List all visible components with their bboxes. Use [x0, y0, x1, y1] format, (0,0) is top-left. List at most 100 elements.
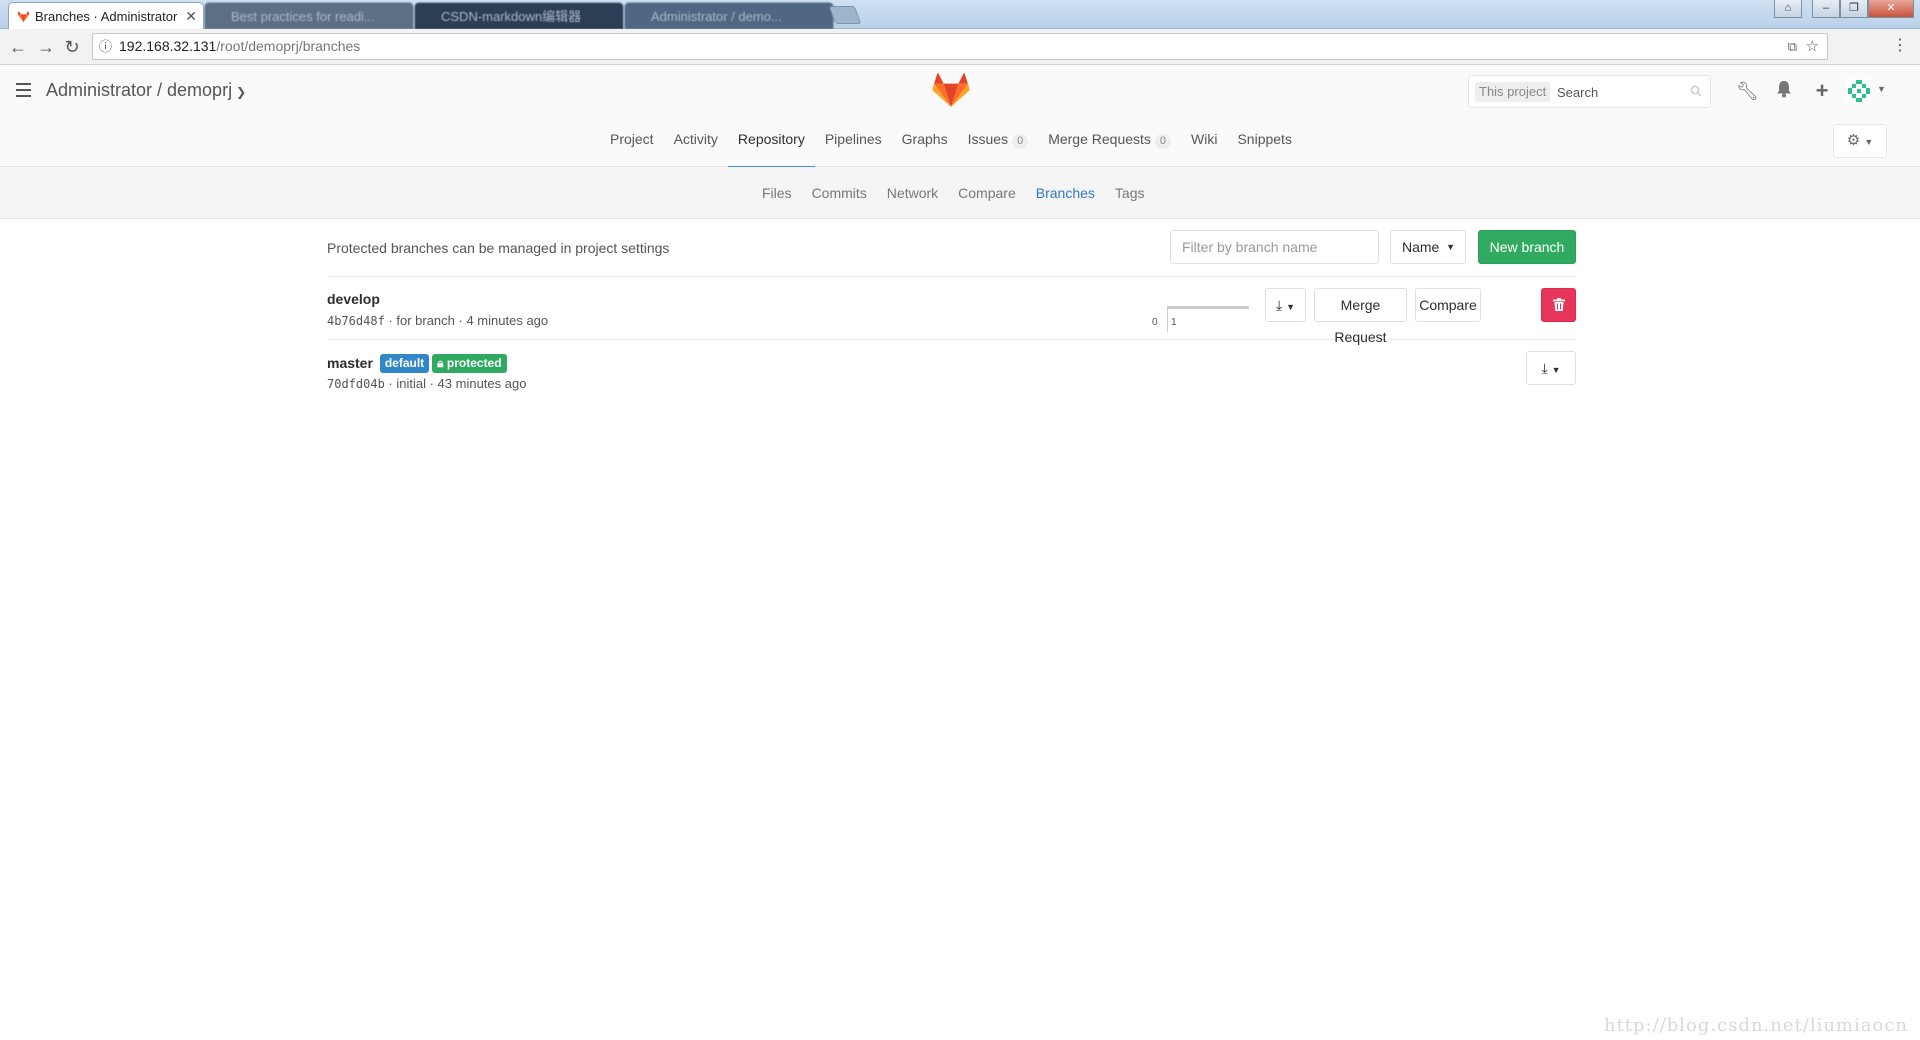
chevron-down-icon[interactable]: ❯ — [236, 85, 246, 99]
branch-name-link[interactable]: master default 🔒︎ protected — [327, 354, 507, 373]
close-window-button[interactable]: ✕ — [1868, 0, 1914, 18]
divergence-graph: 0 1 — [1150, 306, 1249, 336]
new-branch-button[interactable]: New branch — [1478, 230, 1576, 264]
plus-icon[interactable]: + — [1811, 80, 1833, 102]
commit-message-link[interactable]: initial — [396, 376, 426, 391]
gitlab-favicon-icon — [17, 10, 30, 23]
sort-label: Name — [1402, 239, 1440, 255]
url-path: /root/demoprj/branches — [216, 38, 361, 54]
minimize-button[interactable]: – — [1812, 0, 1840, 18]
download-dropdown-button[interactable]: ⤓ ▼ — [1265, 288, 1306, 322]
breadcrumb-text: Administrator / demoprj — [46, 80, 233, 100]
caret-down-icon: ▼ — [1864, 137, 1874, 147]
browser-tab[interactable]: CSDN-markdown编辑器 — [414, 2, 624, 29]
tab-title: CSDN-markdown编辑器 — [441, 9, 582, 24]
tab-title: Administrator / demo... — [651, 9, 782, 24]
commit-time: 43 minutes ago — [437, 376, 527, 391]
tab-activity[interactable]: Activity — [664, 115, 728, 167]
commit-message-link[interactable]: for branch — [396, 313, 455, 328]
protected-badge: 🔒︎ protected — [432, 354, 507, 373]
branch-commit-info: 70dfd04b · initial · 43 minutes ago — [327, 376, 527, 391]
commit-sha-link[interactable]: 4b76d48f — [327, 314, 385, 328]
subnav-branches[interactable]: Branches — [1026, 167, 1105, 201]
tab-graphs[interactable]: Graphs — [892, 115, 958, 167]
tab-pipelines[interactable]: Pipelines — [815, 115, 892, 167]
tab-label: Project — [610, 131, 654, 147]
address-bar[interactable]: ⓘ 192.168.32.131/root/demoprj/branches ⧉… — [92, 33, 1828, 60]
search-placeholder: Search — [1557, 85, 1599, 100]
branch-name-link[interactable]: develop — [327, 291, 380, 307]
delete-branch-button[interactable] — [1541, 288, 1576, 322]
tab-snippets[interactable]: Snippets — [1227, 115, 1301, 167]
browser-tab[interactable]: Best practices for readi... — [204, 2, 414, 29]
tab-issues[interactable]: Issues 0 — [958, 115, 1039, 167]
gear-icon: ⚙ — [1846, 132, 1861, 149]
translate-icon[interactable]: ⧉ — [1788, 34, 1797, 59]
branch-row: master default 🔒︎ protected 70dfd04b · in… — [327, 340, 1577, 403]
forward-icon[interactable]: → — [36, 37, 56, 57]
subnav-commits[interactable]: Commits — [802, 167, 877, 201]
tab-label: Activity — [673, 131, 718, 147]
trash-icon — [1552, 298, 1565, 311]
window-controls: ⌂ – ❐ ✕ — [1774, 0, 1914, 18]
project-settings-button[interactable]: ⚙ ▼ — [1833, 124, 1887, 158]
tab-wiki[interactable]: Wiki — [1181, 115, 1227, 167]
protected-label: protected — [446, 356, 502, 370]
tab-merge-requests[interactable]: Merge Requests 0 — [1038, 115, 1181, 167]
download-dropdown-button[interactable]: ⤓ ▼ — [1526, 351, 1576, 385]
search-scope-badge[interactable]: This project — [1475, 82, 1551, 102]
subnav-compare[interactable]: Compare — [948, 167, 1026, 201]
search-input[interactable]: This project Search — [1468, 75, 1711, 108]
divergence-separator — [1167, 306, 1168, 332]
profile-icon[interactable]: ⌂ — [1774, 0, 1802, 18]
reload-icon[interactable]: ↻ — [62, 37, 82, 57]
tab-project[interactable]: Project — [600, 115, 664, 167]
hamburger-menu-icon[interactable] — [16, 83, 31, 101]
divergence-bar — [1167, 306, 1249, 309]
caret-down-icon: ▼ — [1286, 302, 1296, 312]
commits-ahead-count: 1 — [1171, 317, 1177, 328]
tab-repository[interactable]: Repository — [727, 115, 815, 168]
new-tab-button[interactable] — [828, 6, 862, 24]
bookmark-star-icon[interactable]: ☆ — [1806, 34, 1819, 59]
notifications-bell-icon[interactable] — [1773, 80, 1795, 102]
browser-menu-icon[interactable]: ⋮ — [1892, 35, 1908, 55]
commit-sha-link[interactable]: 70dfd04b — [327, 377, 385, 391]
caret-down-icon: ▼ — [1446, 242, 1455, 252]
watermark: http://blog.csdn.net/liumiaocn — [1603, 1015, 1908, 1036]
download-icon: ⤓ — [1541, 360, 1548, 376]
repository-subnav: Files Commits Network Compare Branches T… — [0, 167, 1920, 219]
tab-close-icon[interactable]: ✕ — [185, 3, 197, 29]
url-host: 192.168.32.131 — [119, 38, 217, 54]
back-icon[interactable]: ← — [8, 37, 28, 57]
avatar[interactable] — [1846, 78, 1872, 104]
commit-time: 4 minutes ago — [466, 313, 549, 328]
branch-name: master — [327, 355, 373, 371]
maximize-button[interactable]: ❐ — [1840, 0, 1868, 18]
tab-title: Best practices for readi... — [231, 9, 375, 24]
admin-wrench-icon[interactable]: 🔧︎ — [1736, 80, 1759, 102]
caret-down-icon: ▼ — [1551, 365, 1561, 375]
project-title[interactable]: Administrator / demoprj ❯ — [46, 80, 246, 101]
info-icon[interactable]: ⓘ — [99, 34, 112, 59]
branch-commit-info: 4b76d48f · for branch · 4 minutes ago — [327, 313, 549, 328]
tab-label: Repository — [737, 131, 805, 147]
search-icon — [1690, 85, 1702, 97]
subnav-files[interactable]: Files — [752, 167, 802, 201]
tab-label: Graphs — [901, 131, 948, 147]
subnav-network[interactable]: Network — [877, 167, 948, 201]
tab-label: Issues — [967, 131, 1009, 147]
compare-button[interactable]: Compare — [1415, 288, 1481, 322]
sort-dropdown[interactable]: Name ▼ — [1390, 230, 1466, 264]
subnav-tags[interactable]: Tags — [1105, 167, 1155, 201]
branch-row: develop 4b76d48f · for branch · 4 minute… — [327, 277, 1577, 345]
protected-branches-note: Protected branches can be managed in pro… — [327, 240, 670, 256]
browser-tab[interactable]: Administrator / demo... — [624, 2, 834, 29]
filter-branch-input[interactable]: Filter by branch name — [1170, 230, 1379, 264]
gitlab-logo-icon[interactable] — [932, 72, 970, 108]
merge-request-button[interactable]: Merge Request — [1314, 288, 1407, 345]
branches-toolbar: Protected branches can be managed in pro… — [327, 219, 1577, 277]
caret-down-icon[interactable]: ▼ — [1877, 84, 1886, 94]
browser-tab-active[interactable]: Branches · Administrator ✕ — [8, 2, 204, 29]
gitlab-header: Administrator / demoprj ❯ This project Se… — [0, 66, 1920, 115]
